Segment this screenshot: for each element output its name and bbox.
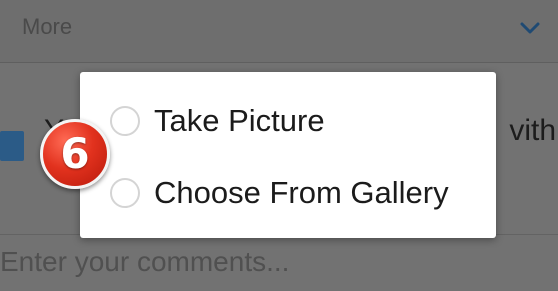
take-picture-option[interactable]: Take Picture: [80, 88, 496, 154]
take-picture-label: Take Picture: [154, 103, 325, 138]
choose-from-gallery-option[interactable]: Choose From Gallery: [80, 160, 496, 226]
step-number-badge: 6: [40, 119, 110, 189]
more-section-header[interactable]: More: [0, 0, 558, 63]
choose-from-gallery-radio[interactable]: [110, 178, 140, 208]
step-number: 6: [60, 129, 90, 178]
agreement-text-end: vith: [509, 114, 556, 147]
more-label: More: [22, 14, 73, 39]
agreement-checkbox[interactable]: [0, 131, 24, 161]
chevron-down-icon[interactable]: [520, 21, 540, 35]
comments-input[interactable]: Enter your comments...: [0, 246, 289, 278]
choose-from-gallery-label: Choose From Gallery: [154, 175, 449, 210]
image-source-dialog: Take Picture Choose From Gallery: [80, 72, 496, 238]
take-picture-radio[interactable]: [110, 106, 140, 136]
